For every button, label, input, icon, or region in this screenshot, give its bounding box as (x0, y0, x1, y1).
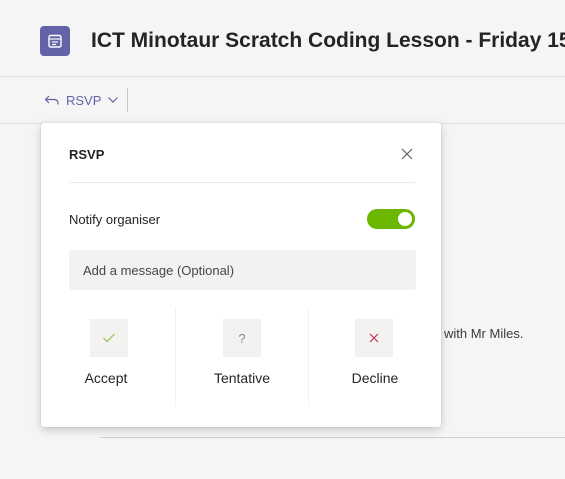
popup-title: RSVP (69, 147, 105, 162)
popup-divider (69, 182, 415, 183)
checkmark-icon (90, 319, 128, 357)
close-icon (401, 147, 413, 165)
tentative-label: Tentative (213, 370, 271, 386)
chevron-down-icon (107, 96, 119, 104)
decline-button[interactable]: Decline (308, 307, 442, 407)
accept-button[interactable]: Accept (41, 307, 175, 407)
meeting-description-text: with Mr Miles. (444, 326, 524, 341)
reply-arrow-icon (44, 94, 60, 106)
content-divider (100, 437, 565, 438)
rsvp-button[interactable]: RSVP (44, 88, 129, 112)
meeting-title: ICT Minotaur Scratch Coding Lesson - Fri… (91, 29, 565, 52)
tentative-button[interactable]: ? Tentative (175, 307, 309, 407)
close-button[interactable] (398, 147, 416, 165)
rsvp-popup: RSVP Notify organiser Accept ? Tentative (41, 123, 441, 427)
notify-organiser-toggle[interactable] (367, 209, 415, 229)
decline-label: Decline (351, 370, 399, 386)
meeting-toolbar: RSVP (0, 77, 565, 124)
rsvp-button-label: RSVP (66, 92, 102, 108)
message-input[interactable] (69, 250, 416, 290)
accept-label: Accept (84, 370, 128, 386)
notify-organiser-label: Notify organiser (69, 212, 161, 227)
meeting-header: ICT Minotaur Scratch Coding Lesson - Fri… (0, 0, 565, 77)
cross-icon (355, 319, 393, 357)
calendar-icon (40, 26, 70, 56)
toggle-knob (398, 212, 412, 226)
question-icon: ? (223, 319, 261, 357)
